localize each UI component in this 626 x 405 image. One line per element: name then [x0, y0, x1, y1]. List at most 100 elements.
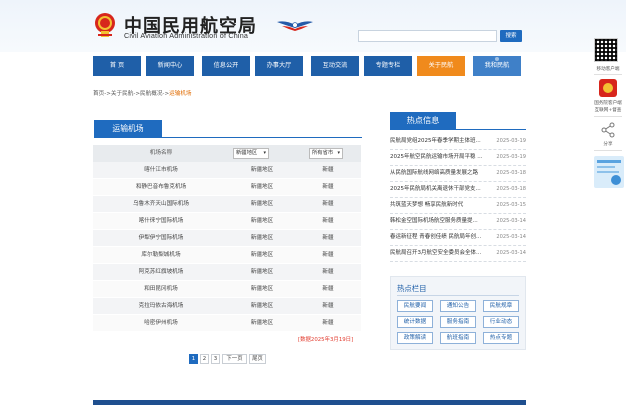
list-item[interactable]: 2025年民航局机关离退休干部党支... 2025-03-18 — [390, 182, 526, 198]
category-button[interactable]: 民航规章 — [483, 300, 519, 312]
category-button[interactable]: 通知公告 — [440, 300, 476, 312]
section-divider — [94, 137, 362, 138]
side-divider — [594, 74, 622, 75]
section-title: 运输机场 — [94, 120, 162, 137]
data-date-note: [数据2025年3月19日] — [298, 337, 354, 343]
share-icon[interactable] — [600, 122, 616, 138]
airport-name[interactable]: 伊犁伊宁国际机场 — [93, 230, 229, 247]
region-select-value: 新疆地区 — [236, 150, 258, 156]
news-title[interactable]: 2025年民航局机关离退休干部党支... — [390, 182, 490, 197]
chevron-down-icon: ▾ — [263, 150, 266, 156]
category-button[interactable]: 政策解读 — [397, 332, 433, 344]
news-title[interactable]: 民航局党组2025年春季学期主体班... — [390, 134, 490, 149]
list-item[interactable]: 从民航国际航线网络高质量发展之路 2025-03-18 — [390, 166, 526, 182]
province-select[interactable]: 所有省市 ▾ — [309, 148, 343, 159]
hot-news-divider — [390, 129, 526, 130]
region-select[interactable]: 新疆地区 ▾ — [233, 148, 269, 159]
news-date: 2025-03-18 — [496, 186, 526, 192]
airport-name[interactable]: 乌鲁木齐天山国际机场 — [93, 196, 229, 213]
airport-name[interactable]: 哈密伊州机场 — [93, 315, 229, 332]
table-row: 喀什徕宁国际机场 新疆地区 新疆 — [93, 213, 361, 230]
nav-disclosure[interactable]: 信息公开 — [202, 56, 250, 76]
service-card-icon[interactable] — [594, 156, 624, 188]
airport-region: 新疆地区 — [250, 167, 274, 173]
airport-name[interactable]: 和静巴音布鲁克机场 — [93, 179, 229, 196]
news-title[interactable]: 2025年航空民航运输市场开局平稳 ... — [390, 150, 490, 165]
hot-categories-box: 热点栏目 民航要闻 通知公告 民航规章 统计数据 服务指南 行业动态 政策解读 … — [390, 276, 526, 350]
list-item[interactable]: 共筑蓝天梦想 畅享民航新时代 2025-03-15 — [390, 198, 526, 214]
national-emblem-icon — [95, 13, 115, 37]
airport-province: 新疆 — [322, 184, 334, 190]
next-page-button[interactable]: 下一页 — [222, 354, 247, 364]
mobile-app-qr-icon[interactable] — [594, 38, 618, 62]
news-date: 2025-03-14 — [496, 234, 526, 240]
category-button[interactable]: 服务指南 — [440, 316, 476, 328]
list-item[interactable]: 韩松金空国际机场航空服务质量提... 2025-03-14 — [390, 214, 526, 230]
airport-name[interactable]: 喀什徕宁国际机场 — [93, 213, 229, 230]
news-title[interactable]: 春运新征程 青春创佳绩 民航局年创... — [390, 230, 490, 245]
breadcrumb-home[interactable]: 首页 — [93, 91, 104, 97]
list-item[interactable]: 2025年航空民航运输市场开局平稳 ... 2025-03-19 — [390, 150, 526, 166]
airport-region: 新疆地区 — [250, 252, 274, 258]
state-council-app-icon[interactable] — [598, 78, 618, 98]
airport-province: 新疆 — [322, 303, 334, 309]
search-input[interactable] — [358, 30, 497, 42]
news-title[interactable]: 共筑蓝天梦想 畅享民航新时代 — [390, 198, 490, 213]
news-date: 2025-03-19 — [496, 154, 526, 160]
airport-name[interactable]: 阿克苏红旗坡机场 — [93, 264, 229, 281]
airport-region: 新疆地区 — [250, 269, 274, 275]
airport-province: 新疆 — [322, 320, 334, 326]
table-row: 克拉玛依古海机场 新疆地区 新疆 — [93, 298, 361, 315]
nav-topics[interactable]: 专题专栏 — [364, 56, 412, 76]
list-item[interactable]: 民航局党组2025年春季学期主体班... 2025-03-19 — [390, 134, 526, 150]
mobile-app-label: 移动客户端 — [596, 67, 620, 72]
nav-news[interactable]: 新闻中心 — [146, 56, 194, 76]
news-date: 2025-03-14 — [496, 250, 526, 256]
side-divider — [594, 116, 622, 117]
airport-name[interactable]: 库尔勒梨城机场 — [93, 247, 229, 264]
breadcrumb-about[interactable]: 关于民航 — [111, 91, 133, 97]
nav-me-and-caac[interactable]: 我和民航 — [473, 56, 521, 76]
table-row: 和静巴音布鲁克机场 新疆地区 新疆 — [93, 179, 361, 196]
news-title[interactable]: 从民航国际航线网络高质量发展之路 — [390, 166, 490, 181]
supervision-label: 互联网+督查 — [594, 108, 622, 113]
page-1-button[interactable]: 1 — [189, 354, 198, 364]
airport-province: 新疆 — [322, 269, 334, 275]
airport-province: 新疆 — [322, 235, 334, 241]
airport-region: 新疆地区 — [250, 286, 274, 292]
news-date: 2025-03-18 — [496, 170, 526, 176]
airport-table: 机场名称 新疆地区 ▾ 所有省市 ▾ 喀什江市机场 新疆地区 新疆 和静巴音布鲁克机… — [93, 145, 361, 332]
airport-name[interactable]: 和田昆冈机场 — [93, 281, 229, 298]
nav-services[interactable]: 办事大厅 — [255, 56, 303, 76]
caac-wings-logo-icon — [277, 21, 313, 31]
table-row: 和田昆冈机场 新疆地区 新疆 — [93, 281, 361, 298]
breadcrumb-overview[interactable]: 民航概况 — [140, 91, 162, 97]
category-button[interactable]: 行业动态 — [483, 316, 519, 328]
list-item[interactable]: 民航局召开3月航空安全委员会全体... 2025-03-14 — [390, 246, 526, 262]
chevron-down-icon: ▾ — [337, 150, 340, 156]
province-select-value: 所有省市 — [312, 150, 334, 156]
list-item[interactable]: 春运新征程 青春创佳绩 民航局年创... 2025-03-14 — [390, 230, 526, 246]
page-2-button[interactable]: 2 — [200, 354, 209, 364]
table-row: 喀什江市机场 新疆地区 新疆 — [93, 162, 361, 179]
share-label: 分享 — [603, 142, 613, 147]
airport-name[interactable]: 喀什江市机场 — [93, 162, 229, 179]
airport-name[interactable]: 克拉玛依古海机场 — [93, 298, 229, 315]
news-title[interactable]: 韩松金空国际机场航空服务质量提... — [390, 214, 490, 229]
footer-bar — [93, 400, 526, 405]
category-button[interactable]: 民航要闻 — [397, 300, 433, 312]
news-title[interactable]: 民航局召开3月航空安全委员会全体... — [390, 246, 490, 261]
search-button[interactable]: 搜索 — [500, 30, 522, 42]
hot-categories-title: 热点栏目 — [397, 284, 427, 293]
category-button[interactable]: 航班指南 — [440, 332, 476, 344]
nav-interaction[interactable]: 互动交流 — [311, 56, 359, 76]
airport-region: 新疆地区 — [250, 218, 274, 224]
airport-province: 新疆 — [322, 167, 334, 173]
news-date: 2025-03-19 — [496, 138, 526, 144]
category-button[interactable]: 热点专题 — [483, 332, 519, 344]
page-3-button[interactable]: 3 — [211, 354, 220, 364]
category-button[interactable]: 统计数据 — [397, 316, 433, 328]
nav-home[interactable]: 首 页 — [93, 56, 141, 76]
nav-about[interactable]: 关于民航 — [417, 56, 465, 76]
last-page-button[interactable]: 尾页 — [249, 354, 266, 364]
